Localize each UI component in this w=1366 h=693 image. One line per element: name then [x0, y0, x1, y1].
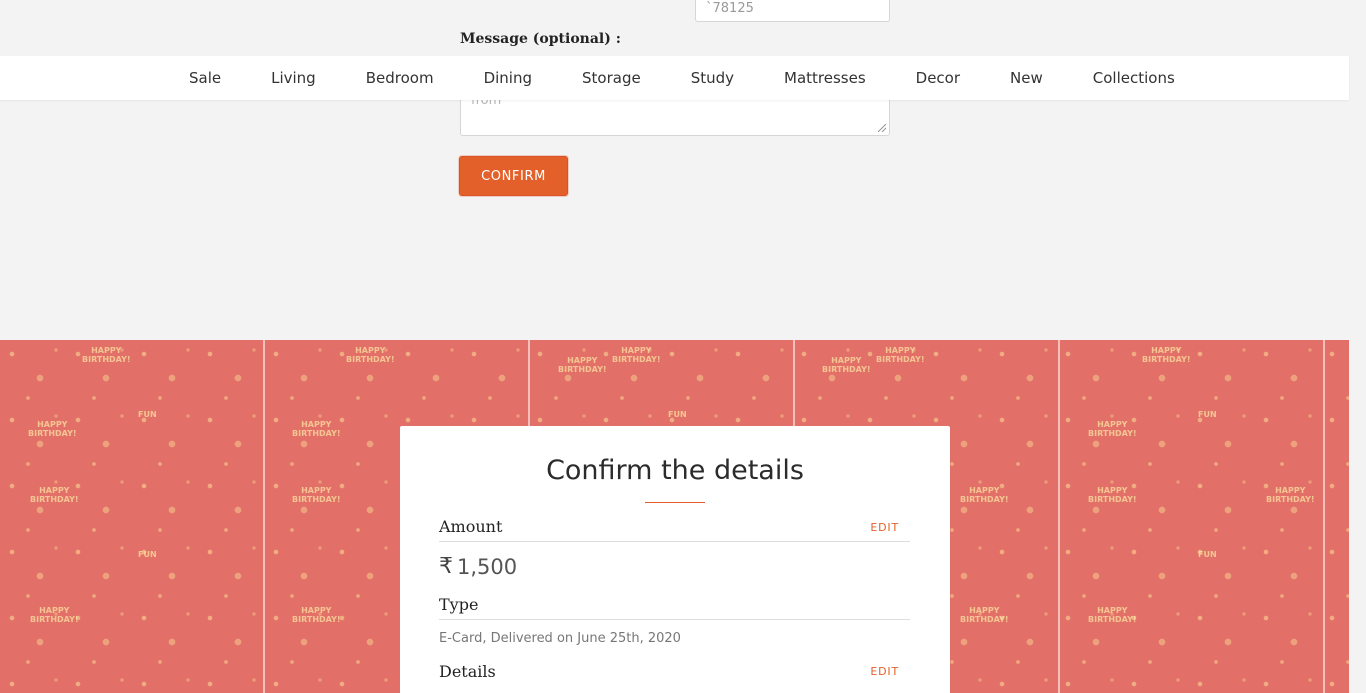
- type-label: Type: [439, 595, 479, 614]
- resize-grip-icon[interactable]: [878, 124, 886, 132]
- card-title: Confirm the details: [546, 455, 804, 486]
- nav-item-living[interactable]: Living: [246, 69, 341, 87]
- type-value: E-Card, Delivered on June 25th, 2020: [439, 631, 681, 646]
- amount-value: ₹ 1,500: [439, 554, 517, 579]
- pattern-text-birthday: HAPPY BIRTHDAY!: [346, 346, 395, 364]
- details-label: Details: [439, 662, 496, 681]
- amount-number: 1,500: [457, 554, 518, 579]
- pattern-text-birthday: HAPPY BIRTHDAY!: [558, 356, 607, 374]
- message-label: Message (optional) :: [460, 31, 621, 47]
- pattern-text-birthday: HAPPY BIRTHDAY!: [292, 486, 341, 504]
- pattern-text-birthday: HAPPY BIRTHDAY!: [1088, 420, 1137, 438]
- confirm-button[interactable]: CONFIRM: [459, 156, 568, 196]
- pattern-text-birthday: HAPPY BIRTHDAY!: [960, 486, 1009, 504]
- zip-input-value: `78125: [706, 1, 754, 16]
- nav-item-study[interactable]: Study: [666, 69, 759, 87]
- amount-edit-link[interactable]: EDIT: [870, 521, 899, 534]
- pattern-text-birthday: HAPPY BIRTHDAY!: [612, 346, 661, 364]
- nav-item-decor[interactable]: Decor: [891, 69, 985, 87]
- pattern-text-birthday: HAPPY BIRTHDAY!: [876, 346, 925, 364]
- pattern-text-fun: FUN: [1198, 550, 1217, 559]
- pattern-text-birthday: HAPPY BIRTHDAY!: [292, 420, 341, 438]
- nav-item-sale[interactable]: Sale: [164, 69, 246, 87]
- pattern-text-birthday: HAPPY BIRTHDAY!: [960, 606, 1009, 624]
- pattern-text-birthday: HAPPY BIRTHDAY!: [30, 606, 79, 624]
- details-edit-link[interactable]: EDIT: [870, 665, 899, 678]
- nav-item-collections[interactable]: Collections: [1068, 69, 1200, 87]
- pattern-text-birthday: HAPPY BIRTHDAY!: [1266, 486, 1315, 504]
- pattern-text-birthday: HAPPY BIRTHDAY!: [28, 420, 77, 438]
- page: `78125 Message (optional) : from CONFIRM…: [0, 0, 1366, 693]
- pattern-text-fun: FUN: [138, 410, 157, 419]
- rupee-icon: ₹: [439, 554, 453, 579]
- pattern-text-birthday: HAPPY BIRTHDAY!: [1088, 606, 1137, 624]
- amount-divider: [439, 541, 910, 542]
- pattern-text-birthday: HAPPY BIRTHDAY!: [82, 346, 131, 364]
- nav-item-storage[interactable]: Storage: [557, 69, 666, 87]
- nav-item-new[interactable]: New: [985, 69, 1068, 87]
- zip-input[interactable]: `78125: [695, 0, 890, 22]
- pattern-text-fun: FUN: [1198, 410, 1217, 419]
- pattern-text-fun: FUN: [138, 550, 157, 559]
- pattern-text-birthday: HAPPY BIRTHDAY!: [292, 606, 341, 624]
- pattern-text-birthday: HAPPY BIRTHDAY!: [30, 486, 79, 504]
- pattern-text-birthday: HAPPY BIRTHDAY!: [822, 356, 871, 374]
- category-nav: Sale Living Bedroom Dining Storage Study…: [0, 56, 1349, 100]
- category-nav-list: Sale Living Bedroom Dining Storage Study…: [164, 56, 1184, 100]
- type-divider: [439, 619, 910, 620]
- amount-label: Amount: [439, 517, 503, 536]
- pattern-text-birthday: HAPPY BIRTHDAY!: [1088, 486, 1137, 504]
- nav-item-mattresses[interactable]: Mattresses: [759, 69, 891, 87]
- nav-item-bedroom[interactable]: Bedroom: [341, 69, 459, 87]
- confirm-details-card: Confirm the details Amount EDIT ₹ 1,500 …: [400, 426, 950, 693]
- title-underline: [645, 502, 705, 503]
- nav-item-dining[interactable]: Dining: [459, 69, 557, 87]
- pattern-text-birthday: HAPPY BIRTHDAY!: [1142, 346, 1191, 364]
- pattern-text-fun: FUN: [668, 410, 687, 419]
